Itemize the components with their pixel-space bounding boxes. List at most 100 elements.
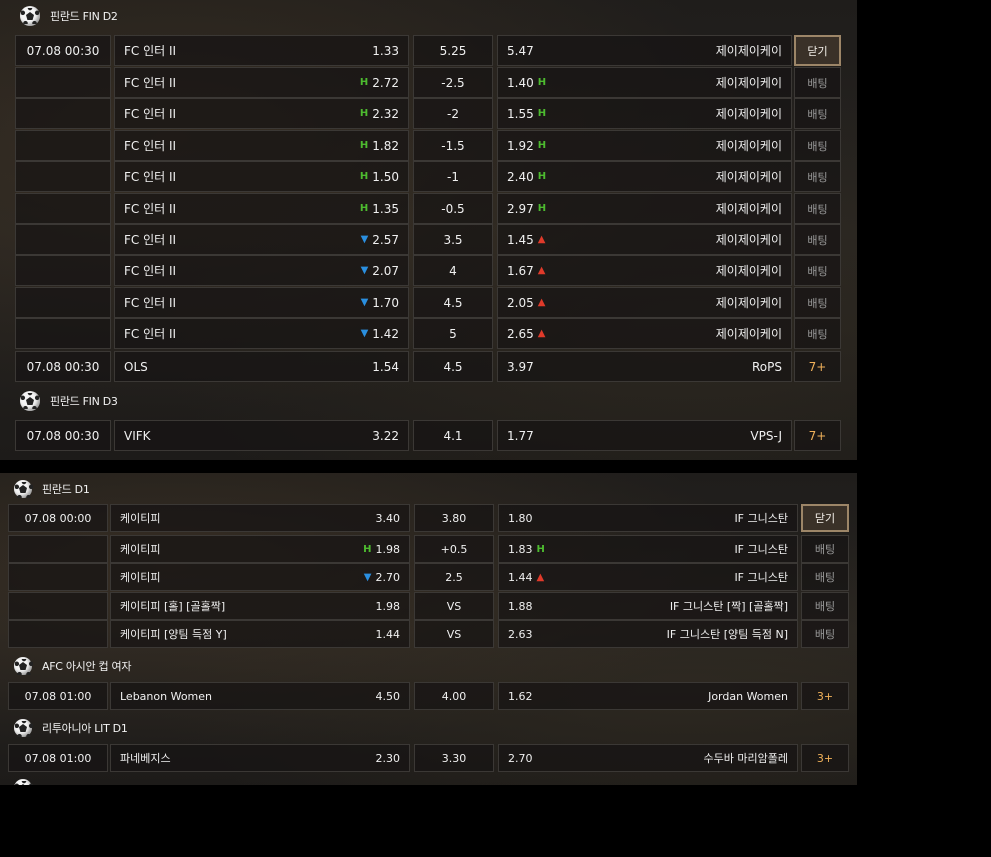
home-odds-button[interactable]: FC 인터 II ▼ 2.57 bbox=[114, 224, 409, 255]
away-odds-button[interactable]: 2.63 IF 그니스탄 [양팀 득점 N] bbox=[498, 620, 798, 648]
away-odds-button[interactable]: 1.55 H 제이제이케이 bbox=[497, 98, 792, 129]
draw-handicap-odds-button[interactable]: 4.5 bbox=[413, 351, 493, 382]
home-odds-button[interactable]: 케이티피 ▼ 2.70 bbox=[110, 563, 410, 591]
league-name: 핀란드 FIN D3 bbox=[50, 395, 118, 408]
soccer-ball-icon bbox=[20, 6, 40, 26]
away-team-name: Jordan Women bbox=[708, 689, 788, 703]
home-odds-button[interactable]: FC 인터 II 1.33 bbox=[114, 35, 409, 66]
bet-button[interactable]: 배팅 bbox=[794, 193, 841, 224]
away-odds-button[interactable]: 2.40 H 제이제이케이 bbox=[497, 161, 792, 192]
bet-button[interactable]: 배팅 bbox=[801, 535, 849, 563]
bet-button[interactable]: 배팅 bbox=[801, 620, 849, 648]
draw-handicap-odds-button[interactable]: VS bbox=[414, 592, 494, 620]
home-odds-button[interactable]: FC 인터 II ▼ 1.70 bbox=[114, 287, 409, 318]
home-odds-button[interactable]: 케이티피 [홀] [골홀짝] 1.98 bbox=[110, 592, 410, 620]
match-time bbox=[15, 255, 111, 286]
close-button[interactable]: 닫기 bbox=[801, 504, 849, 532]
bet-button[interactable]: 배팅 bbox=[794, 98, 841, 129]
draw-handicap-odds-button[interactable]: 5.25 bbox=[413, 35, 493, 66]
home-odds-button[interactable]: FC 인터 II H 2.72 bbox=[114, 67, 409, 98]
home-odds-button[interactable]: FC 인터 II H 1.50 bbox=[114, 161, 409, 192]
bet-button[interactable]: 배팅 bbox=[801, 563, 849, 591]
home-odds-value: 2.57 bbox=[372, 232, 399, 247]
home-odds-button[interactable]: FC 인터 II H 1.82 bbox=[114, 130, 409, 161]
draw-handicap-odds-button[interactable]: -1 bbox=[413, 161, 493, 192]
arrow-up-icon: ▲ bbox=[537, 297, 546, 308]
draw-handicap-odds-button[interactable]: 5 bbox=[413, 318, 493, 349]
bet-button[interactable]: 배팅 bbox=[794, 224, 841, 255]
draw-handicap-odds-button[interactable]: -1.5 bbox=[413, 130, 493, 161]
home-team-name: FC 인터 II bbox=[124, 139, 177, 153]
away-odds-button[interactable]: 1.45 ▲ 제이제이케이 bbox=[497, 224, 792, 255]
away-odds-button[interactable]: 1.88 IF 그니스탄 [짝] [골홀짝] bbox=[498, 592, 798, 620]
home-odds-value: 1.50 bbox=[372, 169, 399, 184]
draw-handicap-odds-button[interactable]: VS bbox=[414, 620, 494, 648]
draw-handicap-odds-button[interactable]: 4.1 bbox=[413, 420, 493, 451]
away-odds-button[interactable]: 2.97 H 제이제이케이 bbox=[497, 193, 792, 224]
more-markets-button[interactable]: 7+ bbox=[794, 351, 841, 382]
away-odds-button[interactable]: 1.80 IF 그니스탄 bbox=[498, 504, 798, 532]
away-odds-button[interactable]: 1.83 H IF 그니스탄 bbox=[498, 535, 798, 563]
arrow-down-icon: ▼ bbox=[360, 328, 369, 339]
away-odds-button[interactable]: 1.44 ▲ IF 그니스탄 bbox=[498, 563, 798, 591]
home-odds-button[interactable]: FC 인터 II ▼ 2.07 bbox=[114, 255, 409, 286]
match-panel-2: 핀란드 D1 07.08 00:00 케이티피 3.40 3.80 1.80 IF 그니스탄… bbox=[0, 473, 857, 785]
home-odds-button[interactable]: FC 인터 II ▼ 1.42 bbox=[114, 318, 409, 349]
league-header: 핀란드 FIN D3 bbox=[20, 390, 118, 412]
draw-handicap-odds-button[interactable]: -2 bbox=[413, 98, 493, 129]
home-odds-button[interactable]: Lebanon Women 4.50 bbox=[110, 682, 410, 710]
home-odds: 1.33 bbox=[372, 44, 399, 58]
draw-handicap-odds-button[interactable]: -0.5 bbox=[413, 193, 493, 224]
draw-handicap-odds-button[interactable]: 3.5 bbox=[413, 224, 493, 255]
away-odds-button[interactable]: 2.65 ▲ 제이제이케이 bbox=[497, 318, 792, 349]
draw-handicap-odds-button[interactable]: 3.30 bbox=[414, 744, 494, 772]
home-odds-button[interactable]: FC 인터 II H 1.35 bbox=[114, 193, 409, 224]
draw-handicap-odds-button[interactable]: -2.5 bbox=[413, 67, 493, 98]
match-time: 07.08 01:00 bbox=[8, 744, 108, 772]
home-odds-button[interactable]: 케이티피 3.40 bbox=[110, 504, 410, 532]
away-odds-button[interactable]: 1.62 Jordan Women bbox=[498, 682, 798, 710]
home-odds-button[interactable]: 파네베지스 2.30 bbox=[110, 744, 410, 772]
match-time bbox=[8, 592, 108, 620]
draw-handicap-odds-button[interactable]: 4.5 bbox=[413, 287, 493, 318]
away-odds-button[interactable]: 2.05 ▲ 제이제이케이 bbox=[497, 287, 792, 318]
league-name: 핀란드 FIN D2 bbox=[50, 10, 118, 23]
home-team-name: FC 인터 II bbox=[124, 107, 177, 121]
bet-button[interactable]: 배팅 bbox=[794, 161, 841, 192]
away-odds-value: 1.55 bbox=[507, 106, 534, 121]
away-odds-button[interactable]: 2.70 수두바 마리암폴레 bbox=[498, 744, 798, 772]
away-team-name: 제이제이케이 bbox=[715, 233, 782, 247]
draw-handicap-odds-button[interactable]: 4 bbox=[413, 255, 493, 286]
draw-handicap-odds-button[interactable]: 3.80 bbox=[414, 504, 494, 532]
away-team-name: 제이제이케이 bbox=[715, 264, 782, 278]
draw-handicap-odds-button[interactable]: 4.00 bbox=[414, 682, 494, 710]
away-odds-button[interactable]: 1.67 ▲ 제이제이케이 bbox=[497, 255, 792, 286]
draw-handicap-odds-button[interactable]: +0.5 bbox=[414, 535, 494, 563]
bet-button[interactable]: 배팅 bbox=[794, 318, 841, 349]
home-odds-button[interactable]: OLS 1.54 bbox=[114, 351, 409, 382]
away-odds-button[interactable]: 3.97 RoPS bbox=[497, 351, 792, 382]
more-markets-button[interactable]: 3+ bbox=[801, 682, 849, 710]
bet-button[interactable]: 배팅 bbox=[794, 130, 841, 161]
bet-button[interactable]: 배팅 bbox=[794, 287, 841, 318]
close-button[interactable]: 닫기 bbox=[794, 35, 841, 66]
home-odds-button[interactable]: 케이티피 [양팀 득점 Y] 1.44 bbox=[110, 620, 410, 648]
away-odds-value: 2.65 bbox=[507, 326, 534, 341]
away-odds: 2.05 ▲ bbox=[507, 296, 545, 310]
bet-button[interactable]: 배팅 bbox=[794, 255, 841, 286]
bet-button[interactable]: 배팅 bbox=[801, 592, 849, 620]
home-odds-button[interactable]: VIFK 3.22 bbox=[114, 420, 409, 451]
away-odds-button[interactable]: 1.40 H 제이제이케이 bbox=[497, 67, 792, 98]
home-odds-button[interactable]: FC 인터 II H 2.32 bbox=[114, 98, 409, 129]
more-markets-button[interactable]: 3+ bbox=[801, 744, 849, 772]
home-odds-value: 3.40 bbox=[375, 511, 401, 525]
away-odds-button[interactable]: 1.92 H 제이제이케이 bbox=[497, 130, 792, 161]
more-markets-button[interactable]: 7+ bbox=[794, 420, 841, 451]
bet-button[interactable]: 배팅 bbox=[794, 67, 841, 98]
draw-handicap-odds-button[interactable]: 2.5 bbox=[414, 563, 494, 591]
away-odds-button[interactable]: 5.47 제이제이케이 bbox=[497, 35, 792, 66]
home-odds-button[interactable]: 케이티피 H 1.98 bbox=[110, 535, 410, 563]
away-odds-button[interactable]: 1.77 VPS-J bbox=[497, 420, 792, 451]
league-name: 리투아니아 LIT D1 bbox=[42, 722, 128, 735]
away-odds: 2.63 bbox=[508, 628, 533, 641]
